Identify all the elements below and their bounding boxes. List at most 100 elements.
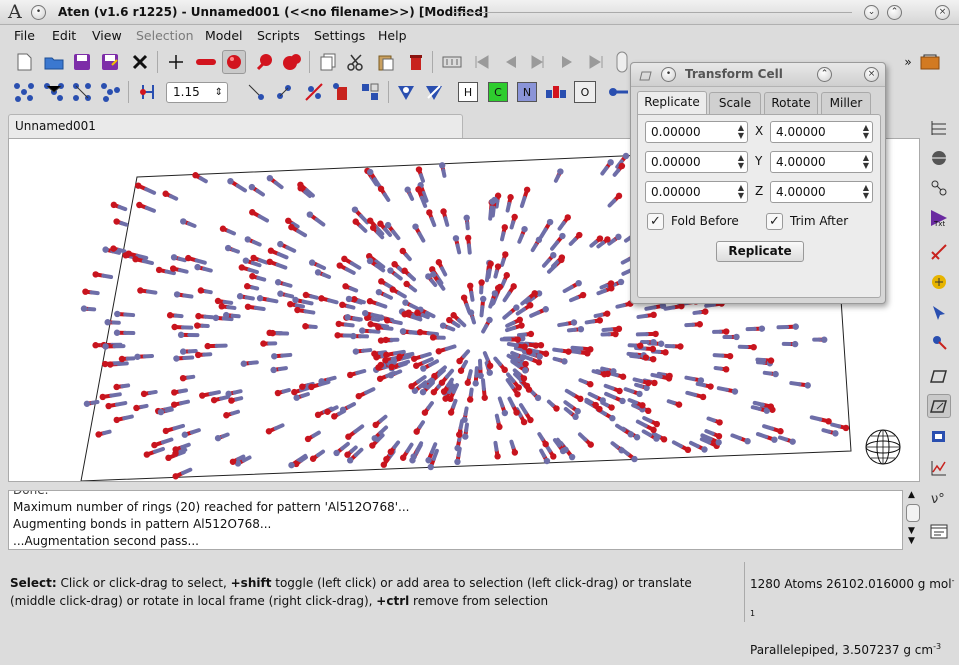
dialog-close-button[interactable]: × — [864, 67, 879, 82]
last-frame-icon[interactable] — [584, 50, 608, 74]
bond-segment — [188, 377, 193, 378]
spin-arrows-icon[interactable]: ⇕ — [215, 83, 223, 102]
trajectory-icon[interactable] — [440, 50, 464, 74]
geometry-icon[interactable] — [927, 240, 951, 264]
open-folder-icon[interactable] — [42, 50, 66, 74]
element-table-icon[interactable] — [544, 80, 568, 104]
play-icon[interactable] — [526, 50, 550, 74]
bond-clear-icon[interactable] — [302, 80, 326, 104]
menu-view[interactable]: View — [92, 28, 122, 43]
window-menu-button[interactable]: • — [31, 5, 46, 20]
toolbar-overflow-icon[interactable]: » — [896, 50, 920, 74]
scroll-up-icon[interactable]: ▲ — [908, 490, 915, 500]
spin-arrows-icon[interactable]: ▲▼ — [738, 154, 744, 170]
scroll-down-icon[interactable]: ▼ — [908, 526, 915, 536]
new-file-icon[interactable] — [12, 50, 36, 74]
draw-scaled-icon[interactable] — [280, 50, 304, 74]
camera-view-icon[interactable] — [927, 146, 951, 170]
bond-augment-icon[interactable] — [272, 80, 296, 104]
log-scrollbar[interactable]: ▲ ▼ ▼ — [905, 490, 921, 550]
tab-miller[interactable]: Miller — [821, 92, 871, 114]
dialog-titlebar[interactable]: • Transform Cell ⌃ × — [631, 63, 885, 87]
model-tab[interactable]: Unnamed001 — [8, 114, 463, 138]
menu-scripts[interactable]: Scripts — [257, 28, 300, 43]
vibration-icon[interactable]: ν° — [927, 486, 951, 510]
first-frame-icon[interactable] — [470, 50, 494, 74]
pos-z-spinbox[interactable]: 4.00000▲▼ — [770, 181, 873, 203]
paste-icon[interactable] — [374, 50, 398, 74]
element-c-button[interactable]: C — [488, 82, 508, 102]
add-hydrogen-icon[interactable] — [394, 80, 418, 104]
minimize-button[interactable]: ⌄ — [864, 5, 879, 20]
cut-icon[interactable] — [344, 50, 368, 74]
select-bound-icon[interactable] — [42, 80, 66, 104]
bond-delete-icon[interactable] — [330, 80, 354, 104]
element-o-button[interactable]: O — [574, 81, 596, 103]
cell-transform-icon[interactable] — [927, 394, 951, 418]
scroll-thumb[interactable] — [906, 504, 920, 522]
neg-z-spinbox[interactable]: 0.00000▲▼ — [645, 181, 748, 203]
select-radial-icon[interactable] — [98, 80, 122, 104]
copy-icon[interactable] — [316, 50, 340, 74]
close-model-icon[interactable] — [128, 50, 152, 74]
select-tool-icon[interactable] — [927, 300, 951, 324]
bond-segment — [192, 430, 199, 432]
checkmark-icon[interactable]: ✓ — [766, 213, 783, 230]
menu-edit[interactable]: Edit — [52, 28, 76, 43]
add-hydrogen-model-icon[interactable] — [422, 80, 446, 104]
graph-icon[interactable] — [927, 456, 951, 480]
spin-arrows-icon[interactable]: ▲▼ — [738, 184, 744, 200]
draw-stick-icon[interactable] — [194, 50, 218, 74]
next-frame-icon[interactable] — [556, 50, 580, 74]
element-n-button[interactable]: N — [517, 82, 537, 102]
bond-calc-icon[interactable] — [244, 80, 268, 104]
measure-distance-icon[interactable] — [136, 80, 160, 104]
replicate-button[interactable]: Replicate — [716, 241, 804, 262]
save-as-icon[interactable] — [98, 50, 122, 74]
draw-ball-stick-icon[interactable] — [252, 50, 276, 74]
prev-frame-icon[interactable] — [498, 50, 522, 74]
tab-rotate[interactable]: Rotate — [764, 92, 818, 114]
atom-list-icon[interactable] — [927, 116, 951, 140]
element-h-button[interactable]: H — [458, 82, 478, 102]
menu-model[interactable]: Model — [205, 28, 243, 43]
neg-x-spinbox[interactable]: 0.00000▲▼ — [645, 121, 748, 143]
select-atom-icon[interactable] — [12, 80, 36, 104]
molecule-transform-icon[interactable] — [927, 176, 951, 200]
draw-sphere-icon[interactable] — [222, 50, 246, 74]
dialog-menu-button[interactable]: • — [661, 67, 676, 82]
menu-file[interactable]: File — [14, 28, 35, 43]
spin-arrows-icon[interactable]: ▲▼ — [863, 154, 869, 170]
neg-y-spinbox[interactable]: 0.00000▲▼ — [645, 151, 748, 173]
select-element-icon[interactable] — [70, 80, 94, 104]
spin-arrows-icon[interactable]: ▲▼ — [863, 124, 869, 140]
position-icon[interactable] — [927, 270, 951, 294]
spin-arrows-icon[interactable]: ▲▼ — [738, 124, 744, 140]
delete-icon[interactable] — [404, 50, 428, 74]
menu-help[interactable]: Help — [378, 28, 407, 43]
tab-replicate[interactable]: Replicate — [637, 91, 707, 115]
disorder-icon[interactable] — [927, 424, 951, 448]
spin-arrows-icon[interactable]: ▲▼ — [863, 184, 869, 200]
dialog-shade-button[interactable]: ⌃ — [817, 67, 832, 82]
cell-define-icon[interactable] — [927, 364, 951, 388]
tab-scale[interactable]: Scale — [709, 92, 761, 114]
command-window-icon[interactable] — [927, 520, 951, 544]
scroll-down-icon[interactable]: ▼ — [908, 536, 915, 546]
bond-grid-icon[interactable] — [358, 80, 382, 104]
draw-chain-icon[interactable] — [606, 80, 630, 104]
close-button[interactable]: × — [935, 5, 950, 20]
menu-settings[interactable]: Settings — [314, 28, 365, 43]
atom-select-icon[interactable] — [927, 330, 951, 354]
message-log[interactable]: Done. Maximum number of rings (20) reach… — [8, 490, 903, 550]
menu-selection[interactable]: Selection — [136, 28, 194, 43]
pos-y-spinbox[interactable]: 4.00000▲▼ — [770, 151, 873, 173]
checkmark-icon[interactable]: ✓ — [647, 213, 664, 230]
pos-x-spinbox[interactable]: 4.00000▲▼ — [770, 121, 873, 143]
text-label-icon[interactable]: Txt — [927, 206, 951, 230]
save-icon[interactable] — [70, 50, 94, 74]
bond-tolerance-spinbox[interactable]: 1.15 ⇕ — [166, 82, 228, 103]
draw-atom-icon[interactable] — [164, 50, 188, 74]
maximize-button[interactable]: ⌃ — [887, 5, 902, 20]
app-tool-icon[interactable] — [918, 50, 942, 74]
